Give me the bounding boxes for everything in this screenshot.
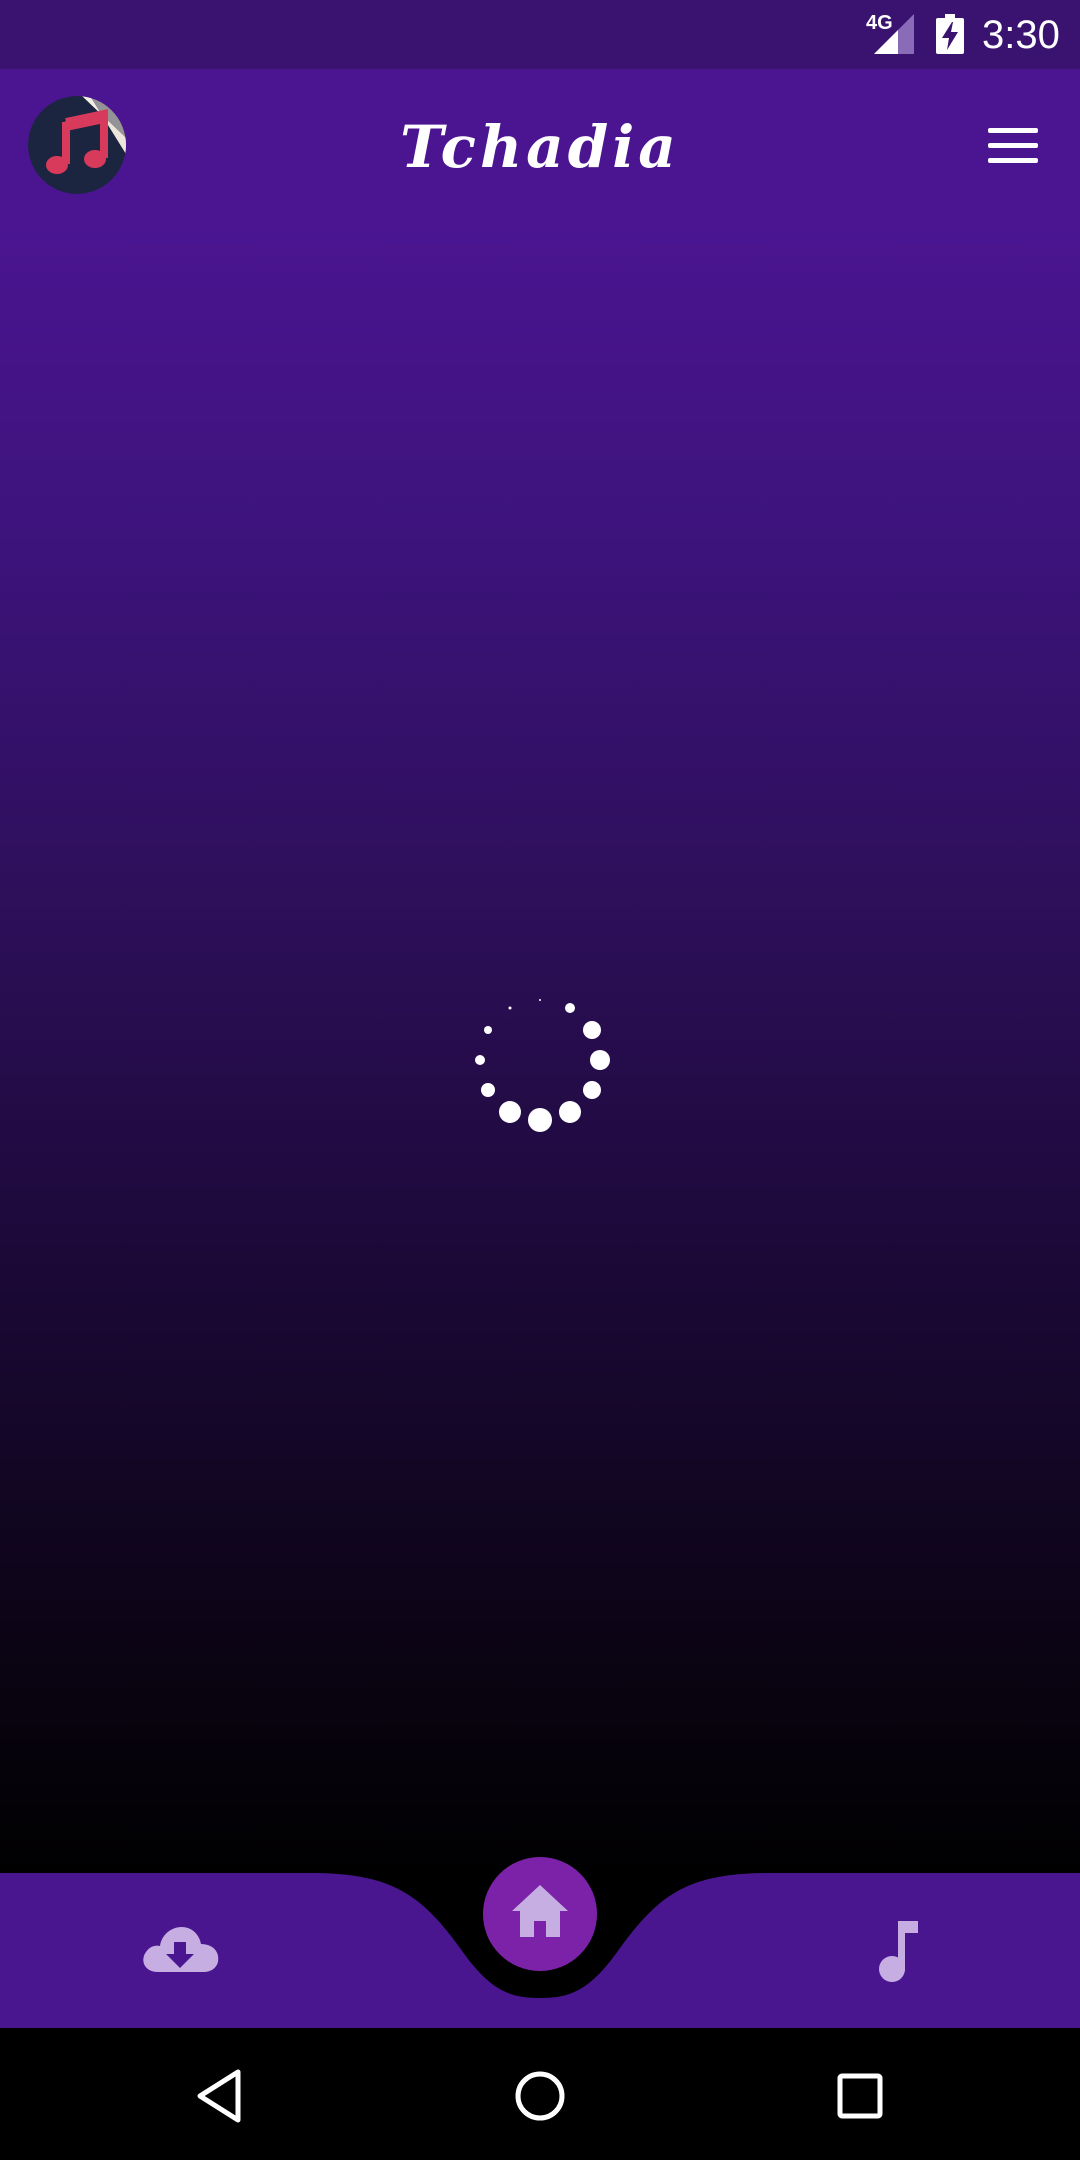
music-note-icon[interactable]	[870, 1913, 930, 1983]
status-bar: 4G 3:30	[0, 0, 1080, 69]
spinner-dot	[590, 1050, 610, 1070]
spinner-dot	[583, 1081, 601, 1099]
home-button[interactable]	[483, 1857, 597, 1971]
spinner-dot	[484, 1026, 492, 1034]
spinner-dot	[475, 1055, 485, 1065]
app-title: Tchadia	[400, 113, 680, 181]
home-icon	[512, 1885, 568, 1937]
spinner-dot	[528, 1108, 552, 1132]
bottom-navigation	[0, 1857, 1080, 2028]
spinner-dot	[583, 1021, 601, 1039]
system-navigation-bar	[0, 2028, 1080, 2160]
spinner-dot	[565, 1003, 575, 1013]
spinner-dot	[481, 1083, 495, 1097]
app-screen: 4G 3:30 Tchadia	[0, 0, 1080, 2160]
signal-icon	[874, 14, 914, 54]
home-circle-icon[interactable]	[512, 2068, 568, 2124]
battery-charging-icon	[936, 14, 964, 54]
clock: 3:30	[982, 13, 1060, 57]
spinner-dot	[559, 1101, 581, 1123]
cloud-download-icon[interactable]	[140, 1918, 220, 1978]
hamburger-menu-icon[interactable]	[988, 128, 1038, 164]
spinner-dot	[508, 1006, 512, 1010]
spinner-dot	[539, 999, 541, 1001]
spinner-dot	[499, 1101, 521, 1123]
recents-icon[interactable]	[832, 2068, 888, 2124]
loading-spinner	[475, 999, 610, 1132]
back-icon[interactable]	[192, 2068, 248, 2124]
